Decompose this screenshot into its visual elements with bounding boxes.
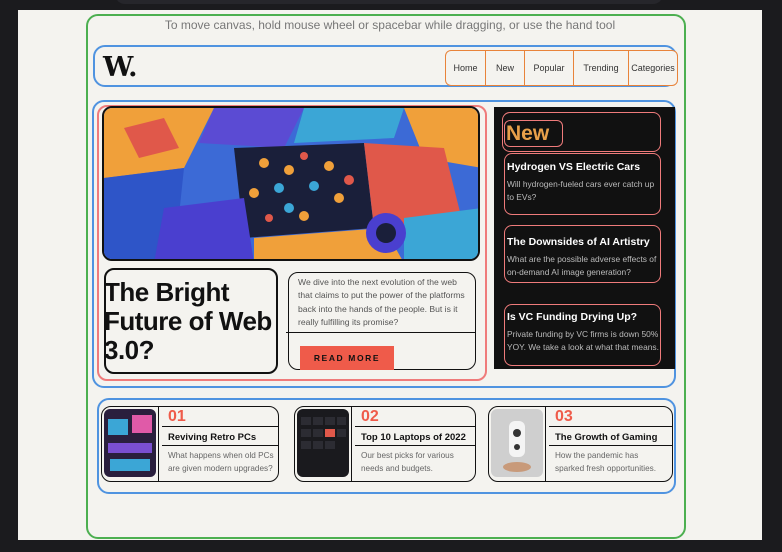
logo[interactable]: W. xyxy=(103,52,138,83)
nav-item-new[interactable]: New xyxy=(486,51,525,85)
hero-description: We dive into the next evolution of the w… xyxy=(298,277,465,328)
article-card[interactable]: 02 Top 10 Laptops of 2022 Our best picks… xyxy=(294,406,476,482)
divider xyxy=(355,445,475,446)
divider xyxy=(162,426,278,427)
card-number: 01 xyxy=(168,408,186,425)
divider xyxy=(549,426,672,427)
divider xyxy=(549,445,672,446)
divider xyxy=(355,426,475,427)
card-title[interactable]: Top 10 Laptops of 2022 xyxy=(361,432,466,443)
divider xyxy=(158,407,159,481)
card-description: Our best picks for various needs and bud… xyxy=(361,451,454,473)
read-more-button[interactable]: READ MORE xyxy=(300,346,394,370)
nav-item-trending[interactable]: Trending xyxy=(574,51,629,85)
top-toolbar xyxy=(115,0,663,4)
design-canvas[interactable]: To move canvas, hold mouse wheel or spac… xyxy=(18,10,762,540)
divider xyxy=(286,332,476,333)
nav-item-home[interactable]: Home xyxy=(446,51,486,85)
sidebar-item-text: What are the possible adverse effects of… xyxy=(507,254,657,277)
sidebar-item-text: Will hydrogen-fueled cars ever catch up … xyxy=(507,179,655,202)
retro-pc-thumbnail xyxy=(104,409,156,477)
sidebar-item-title[interactable]: The Downsides of AI Artistry xyxy=(507,236,650,248)
card-title[interactable]: Reviving Retro PCs xyxy=(168,432,256,443)
hero-image xyxy=(102,106,480,261)
laptop-keyboard-thumbnail xyxy=(297,409,349,477)
hero-title[interactable]: The Bright Future of Web 3.0? xyxy=(104,278,274,365)
sidebar-label: New xyxy=(506,122,550,145)
nav-menu: Home New Popular Trending Categories xyxy=(445,50,678,86)
game-controller-thumbnail xyxy=(491,409,543,477)
card-number: 02 xyxy=(361,408,379,425)
sidebar-item-title[interactable]: Is VC Funding Drying Up? xyxy=(507,311,637,323)
sidebar-item-title[interactable]: Hydrogen VS Electric Cars xyxy=(507,161,640,173)
abstract-blocks-illustration xyxy=(104,108,478,259)
divider xyxy=(162,445,278,446)
nav-item-popular[interactable]: Popular xyxy=(525,51,574,85)
card-title[interactable]: The Growth of Gaming xyxy=(555,432,657,443)
card-description: What happens when old PCs are given mode… xyxy=(168,451,274,473)
divider xyxy=(351,407,352,481)
article-card[interactable]: 01 Reviving Retro PCs What happens when … xyxy=(101,406,279,482)
card-number: 03 xyxy=(555,408,573,425)
editor-stage: To move canvas, hold mouse wheel or spac… xyxy=(0,0,782,552)
nav-item-categories[interactable]: Categories xyxy=(629,51,677,85)
sidebar-item-text: Private funding by VC firms is down 50% … xyxy=(507,329,659,352)
divider xyxy=(545,407,546,481)
article-card[interactable]: 03 The Growth of Gaming How the pandemic… xyxy=(488,406,673,482)
card-description: How the pandemic has sparked fresh oppor… xyxy=(555,451,657,473)
